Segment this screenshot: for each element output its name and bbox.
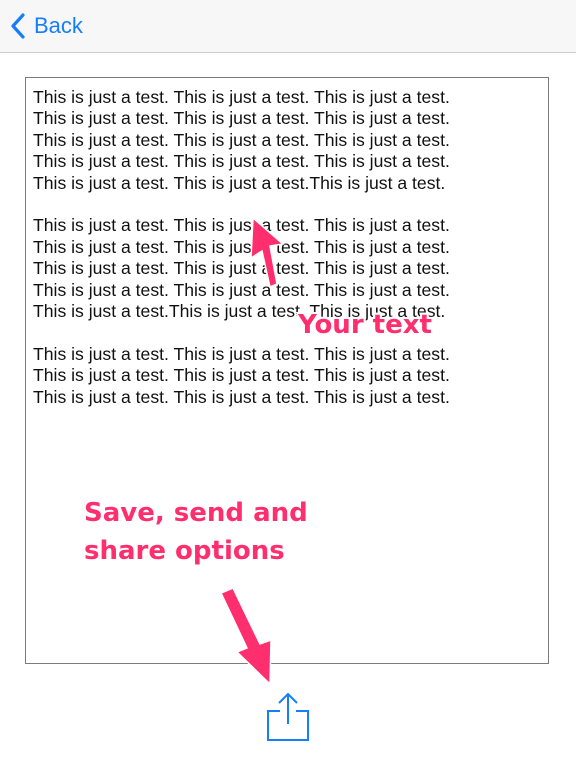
share-icon [267,692,309,741]
chevron-left-icon [11,13,25,39]
annotation-line: share options [84,536,285,566]
back-button[interactable]: Back [10,9,83,43]
back-label: Back [34,13,83,38]
document-text-view[interactable]: This is just a test. This is just a test… [25,77,549,664]
share-button[interactable] [263,690,313,744]
save-send-share-annotation: Save, send and share options [84,494,308,570]
your-text-annotation: Your text [298,310,432,340]
screen: Back This is just a test. This is just a… [0,0,576,768]
annotation-line: Save, send and [84,498,308,528]
document-text: This is just a test. This is just a test… [33,87,450,407]
navigation-bar: Back [0,0,576,53]
